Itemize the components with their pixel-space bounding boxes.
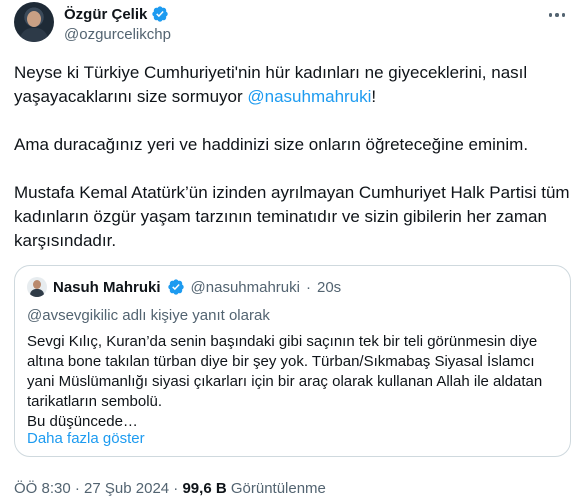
mention-link[interactable]: @nasuhmahruki (247, 87, 371, 106)
quoted-author-avatar (27, 277, 47, 297)
meta-separator: · (173, 480, 179, 497)
quoted-author-handle: @nasuhmahruki (190, 278, 300, 296)
tweet-paragraph-3: Mustafa Kemal Atatürk’ün izinden ayrılma… (14, 183, 570, 250)
quoted-separator: · (305, 278, 311, 296)
verified-badge-icon (152, 6, 169, 22)
view-count: 99,6 B (182, 480, 227, 497)
tweet-meta: ÖÖ 8:30 · 27 Şub 2024 · 99,6 B Görüntüle… (14, 480, 326, 497)
author-name-row: Özgür Çelik (64, 5, 169, 23)
tweet-paragraph-2: Ama duracağınız yeri ve haddinizi size o… (14, 135, 529, 154)
author-name[interactable]: Özgür Çelik (64, 6, 147, 23)
quoted-reply-context: @avsevgikilic adlı kişiye yanıt olarak (27, 307, 270, 324)
quoted-text: Sevgi Kılıç, Kuran’da senin başındaki gi… (27, 332, 562, 432)
quoted-author-name: Nasuh Mahruki (53, 278, 161, 296)
quoted-text-body: Sevgi Kılıç, Kuran’da senin başındaki gi… (27, 333, 543, 410)
tweet-paragraph-1: Neyse ki Türkiye Cumhuriyeti'nin hür kad… (14, 61, 574, 109)
quoted-time: 20s (316, 278, 342, 296)
tweet-time[interactable]: ÖÖ 8:30 (14, 480, 71, 497)
tweet-header: Özgür Çelik @ozgurcelikchp (14, 2, 570, 48)
author-avatar[interactable] (14, 2, 54, 42)
meta-separator: · (74, 480, 80, 497)
view-count-label: Görüntülenme (230, 480, 326, 497)
quoted-tweet[interactable]: Nasuh Mahruki @nasuhmahruki · 20s @avsev… (14, 265, 571, 457)
quoted-text-truncated: Bu düşüncede… (27, 413, 138, 430)
tweet-body: Neyse ki Türkiye Cumhuriyeti'nin hür kad… (14, 61, 574, 253)
show-more-link[interactable]: Daha fazla göster (27, 430, 145, 447)
tweet-paragraph-1-end: ! (371, 87, 377, 106)
author-handle[interactable]: @ozgurcelikchp (64, 26, 171, 43)
more-options-icon[interactable] (546, 8, 568, 22)
quoted-verified-badge-icon (167, 279, 184, 295)
tweet-date[interactable]: 27 Şub 2024 (84, 480, 169, 497)
quoted-tweet-header: Nasuh Mahruki @nasuhmahruki · 20s (27, 277, 341, 297)
